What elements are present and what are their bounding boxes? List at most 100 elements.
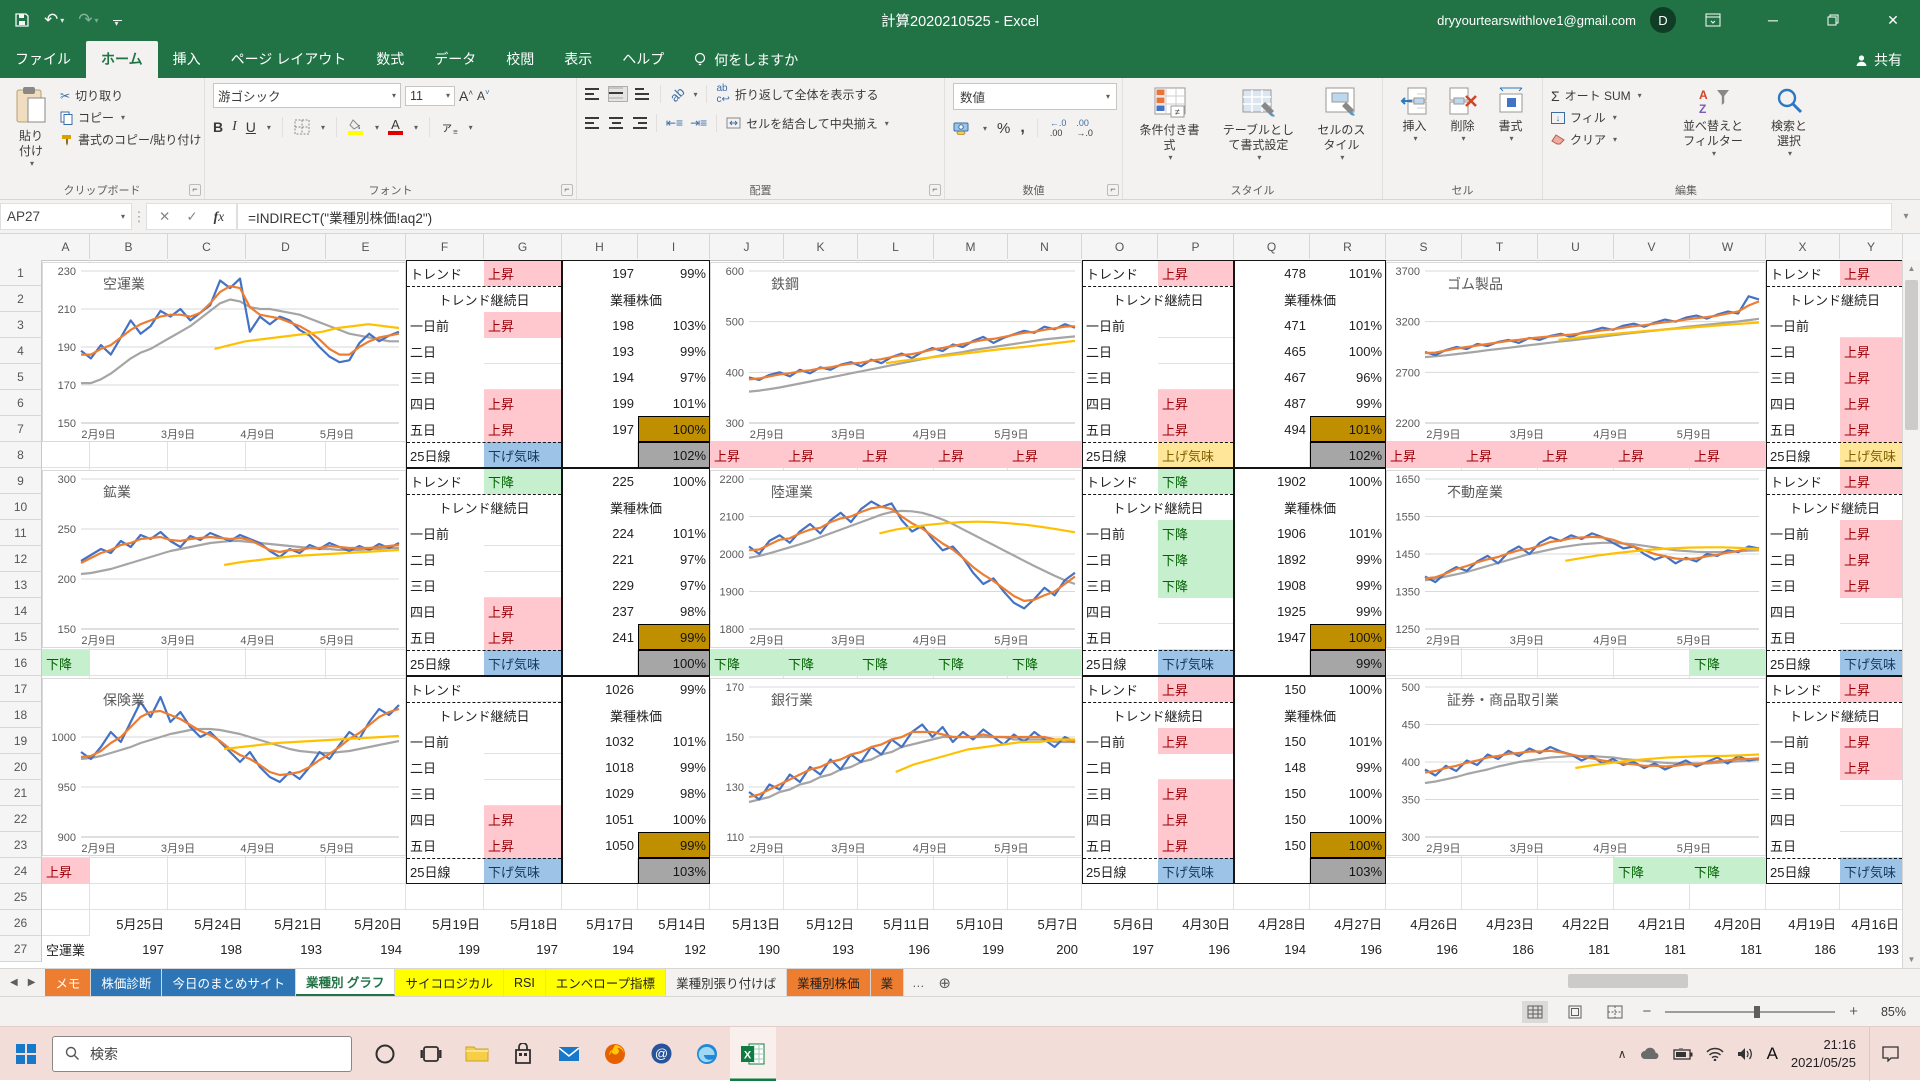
grid-cell[interactable] [858,884,934,910]
grid-cell[interactable] [1462,884,1538,910]
grid-cell[interactable] [1158,338,1234,364]
grid-cell-R5[interactable]: 96% [1310,364,1386,390]
align-middle-icon[interactable] [608,86,628,102]
grid-cell-F6[interactable]: 四日 [406,390,484,416]
grid-cell-G1[interactable]: 上昇 [484,260,562,286]
decrease-indent-icon[interactable]: ⇤≡ [666,116,683,130]
column-header-J[interactable]: J [710,234,784,259]
taskbar-clock[interactable]: 21:16 2021/05/25 [1791,1036,1856,1071]
grid-cell-I24[interactable]: 103% [638,858,710,884]
grid-cell-P22[interactable]: 上昇 [1158,806,1234,832]
column-header-Y[interactable]: Y [1840,234,1903,259]
grid-cell-L16[interactable]: 下降 [858,650,934,676]
namebox-divider[interactable]: ⋮ [132,200,146,233]
grid-cell[interactable] [406,884,484,910]
row-header-21[interactable]: 21 [0,780,42,806]
horizontal-scroll-thumb[interactable] [1568,974,1688,988]
conditional-formatting-button[interactable]: ≠ 条件付き書式▾ [1131,83,1208,181]
grid-cell-I3[interactable]: 103% [638,312,710,338]
grid-cell-R22[interactable]: 100% [1310,806,1386,832]
grid-cell-Q3[interactable]: 471 [1234,312,1310,338]
ribbon-tab-ホーム[interactable]: ホーム [86,41,158,78]
grid-cell[interactable] [484,546,562,572]
column-header-B[interactable]: B [90,234,168,259]
grid-cell[interactable] [1008,884,1082,910]
grid-cell-I19[interactable]: 101% [638,728,710,754]
grid-cell[interactable] [784,884,858,910]
grid-cell-R21[interactable]: 100% [1310,780,1386,806]
grid-cell-C26[interactable]: 5月24日 [168,910,246,936]
grid-cell-X12[interactable]: 二日 [1766,546,1840,572]
grid-cell[interactable] [1614,650,1690,676]
column-header-X[interactable]: X [1766,234,1840,259]
grid-cell-X9[interactable]: トレンド [1766,468,1840,494]
grid-cell-H27[interactable]: 194 [562,936,638,962]
chart-ゴム製品[interactable]: 37003200270022002月9日3月9日4月9日5月9日ゴム製品 [1386,262,1766,442]
grid-cell-H1[interactable]: 197 [562,260,638,286]
share-button[interactable]: 共有 [1837,42,1920,78]
grid-cell-M26[interactable]: 5月10日 [934,910,1008,936]
grid-cell-W26[interactable]: 4月20日 [1690,910,1766,936]
grid-cell[interactable] [246,442,326,468]
cell-styles-button[interactable]: セルのスタイル▾ [1309,83,1374,181]
grid-cell-O12[interactable]: 二日 [1082,546,1158,572]
column-header-Q[interactable]: Q [1234,234,1310,259]
grid-cell-F23[interactable]: 五日 [406,832,484,858]
row-header-20[interactable]: 20 [0,754,42,780]
row-header-26[interactable]: 26 [0,910,42,936]
enter-icon[interactable]: ✓ [186,209,197,225]
grid-cell[interactable] [246,884,326,910]
grid-cell[interactable] [42,442,90,468]
edge-taskbar-icon[interactable] [684,1027,730,1081]
column-header-H[interactable]: H [562,234,638,259]
start-button[interactable] [0,1027,52,1081]
mail-taskbar-icon[interactable] [546,1027,592,1081]
grid-cell[interactable] [484,572,562,598]
zoom-in-icon[interactable]: + [1849,1003,1858,1020]
grid-cell-Y12[interactable]: 上昇 [1840,546,1903,572]
font-size-select[interactable]: 11▾ [405,86,455,106]
grid-cell-Y20[interactable]: 上昇 [1840,754,1903,780]
sheet-tab-今日のまとめサイト[interactable]: 今日のまとめサイト [162,969,296,996]
at-taskbar-icon[interactable]: @ [638,1027,684,1081]
grid-cell-Q14[interactable]: 1925 [1234,598,1310,624]
grid-cell[interactable] [326,442,406,468]
grid-cell-X8[interactable]: 25日線 [1766,442,1840,468]
volume-icon[interactable] [1737,1047,1754,1061]
column-header-A[interactable]: A [42,234,90,259]
orientation-icon[interactable]: ab [667,84,688,105]
new-sheet-button[interactable]: ⊕ [933,969,957,996]
grid-cell-O6[interactable]: 四日 [1082,390,1158,416]
column-header-S[interactable]: S [1386,234,1462,259]
grid-cell-F14[interactable]: 四日 [406,598,484,624]
grid-cell-X13[interactable]: 三日 [1766,572,1840,598]
grid-cell-H19[interactable]: 1032 [562,728,638,754]
redo-icon[interactable]: ↷▾ [78,10,98,30]
wrap-text-button[interactable]: abc↩ 折り返して全体を表示する [716,83,878,105]
row-header-18[interactable]: 18 [0,702,42,728]
grid-cell-I9[interactable]: 100% [638,468,710,494]
grid-cell-F10[interactable]: トレンド継続日 [406,494,562,520]
grid-cell-R27[interactable]: 196 [1310,936,1386,962]
grid-cell-M27[interactable]: 199 [934,936,1008,962]
autosum-button[interactable]: Σオート SUM▾ [1551,87,1669,104]
row-header-8[interactable]: 8 [0,442,42,468]
grid-cell-I14[interactable]: 98% [638,598,710,624]
grid-cell-P1[interactable]: 上昇 [1158,260,1234,286]
grid-cell[interactable] [90,650,168,676]
insert-function-icon[interactable]: fx [214,209,225,225]
sheet-tab-エンベロープ指標[interactable]: エンベロープ指標 [546,969,666,996]
grid-cell[interactable] [934,858,1008,884]
grid-cell-H22[interactable]: 1051 [562,806,638,832]
grid-cell[interactable] [484,338,562,364]
row-header-6[interactable]: 6 [0,390,42,416]
chart-空運業[interactable]: 2302101901701502月9日3月9日4月9日5月9日空運業 [42,262,406,442]
grid-cell-H17[interactable]: 1026 [562,676,638,702]
grid-cell[interactable] [1840,832,1903,858]
firefox-taskbar-icon[interactable] [592,1027,638,1081]
format-cells-button[interactable]: 書式▾ [1490,83,1532,181]
number-format-select[interactable]: 数値▾ [953,83,1117,110]
grid-cell[interactable] [326,858,406,884]
grid-cell[interactable] [1234,650,1310,676]
grid-cell-H7[interactable]: 197 [562,416,638,442]
